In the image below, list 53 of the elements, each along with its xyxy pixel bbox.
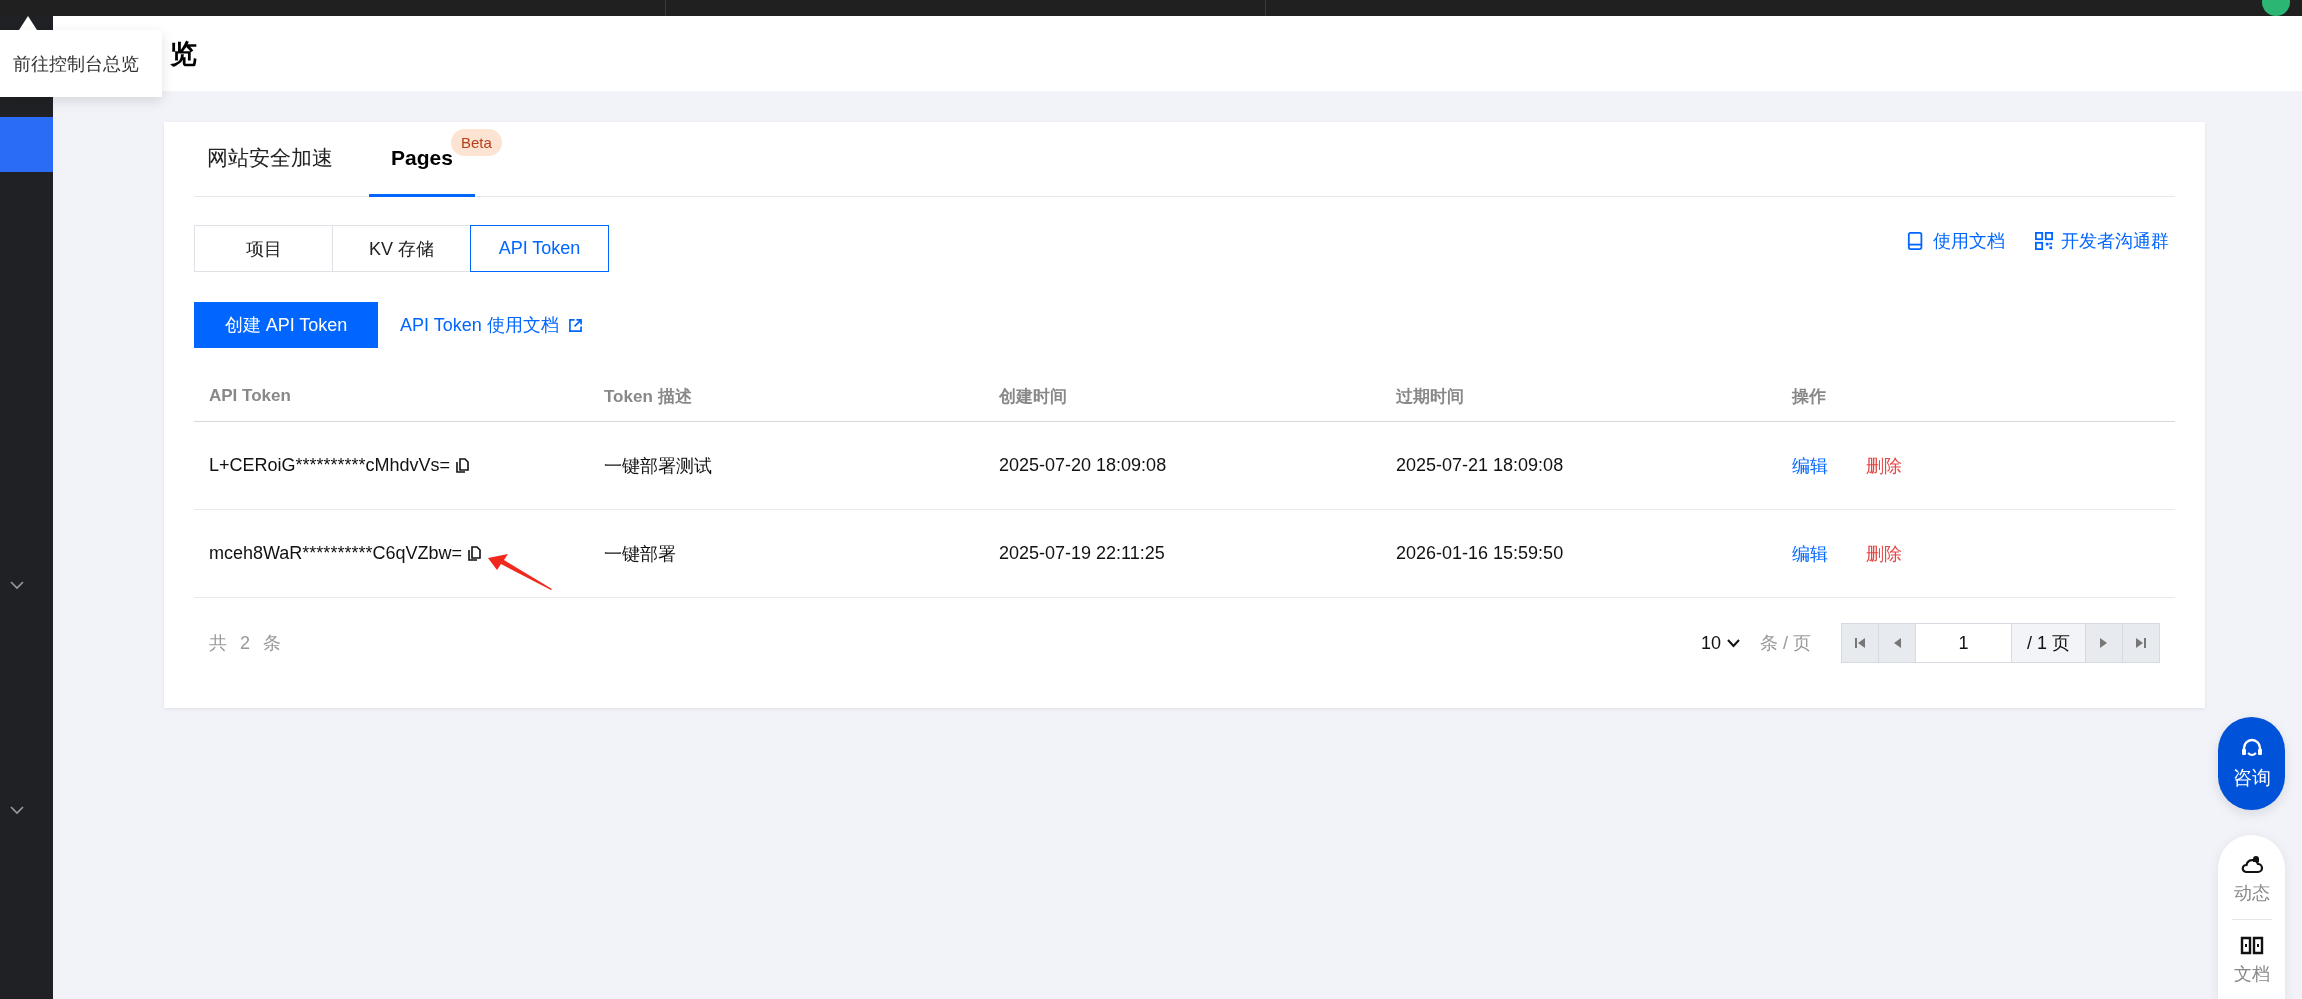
qr-code-icon (2035, 231, 2053, 251)
total-count: 共 2 条 (209, 632, 285, 655)
copy-icon[interactable] (456, 458, 470, 473)
chevron-down-icon (1727, 638, 1740, 648)
token-text: L+CERoiG**********cMhdvVs= (209, 455, 451, 476)
page-input[interactable]: 1 (1915, 623, 2012, 663)
chevron-down-icon[interactable] (10, 580, 24, 590)
beta-badge: Beta (451, 129, 502, 156)
last-page-icon (2135, 637, 2147, 649)
table-cell: 2025-07-21 18:09:08 (1381, 421, 1777, 510)
copy-icon[interactable] (467, 546, 481, 561)
table-cell: 一键部署 (589, 509, 984, 598)
segment-tab[interactable]: KV 存储 (332, 225, 471, 272)
previous-page-button[interactable] (1878, 623, 1916, 663)
column-header: 操作 (1777, 371, 2175, 422)
side-tool-item[interactable]: 动态 (2231, 853, 2272, 920)
column-header: API Token (194, 371, 589, 422)
book-icon (1907, 231, 1925, 251)
consult-button[interactable]: 咨询 (2218, 717, 2285, 810)
delete-link[interactable]: 删除 (1866, 541, 1902, 566)
chevron-down-icon[interactable] (10, 805, 24, 815)
cloud-bell-icon (2239, 853, 2264, 875)
table-cell: 一键部署测试 (589, 421, 984, 510)
tooltip-text: 前往控制台总览 (12, 52, 139, 76)
column-header: 创建时间 (984, 371, 1381, 422)
table-cell: 2026-01-16 15:59:50 (1381, 509, 1777, 598)
external-link-icon[interactable] (568, 318, 582, 332)
column-header: 过期时间 (1381, 371, 1777, 422)
page-size-unit: 条 / 页 (1760, 632, 1811, 655)
page-total: / 1 页 (2011, 623, 2086, 663)
delete-link[interactable]: 删除 (1866, 453, 1902, 478)
edit-link[interactable]: 编辑 (1792, 453, 1828, 478)
first-page-icon (1854, 637, 1866, 649)
page-size-select[interactable]: 10 (1700, 632, 1740, 654)
first-page-button[interactable] (1841, 623, 1879, 663)
token-doc-link[interactable]: API Token 使用文档 (400, 313, 559, 337)
segment-tab[interactable]: API Token (470, 225, 609, 272)
create-token-button[interactable]: 创建 API Token (194, 302, 378, 348)
table-cell: 2025-07-20 18:09:08 (984, 421, 1381, 510)
open-book-icon (2239, 934, 2264, 956)
column-header: Token 描述 (589, 371, 984, 422)
header-link[interactable]: 开发者沟通群 (2061, 229, 2169, 253)
table-cell: 2025-07-19 22:11:25 (984, 509, 1381, 598)
tab[interactable]: 网站安全加速 (194, 122, 346, 197)
page-size-value: 10 (1700, 632, 1721, 654)
side-tool-item[interactable]: 文档 (2231, 934, 2272, 999)
last-page-button[interactable] (2122, 623, 2160, 663)
header-link[interactable]: 使用文档 (1933, 229, 2005, 253)
page-title: 览 (170, 37, 197, 71)
token-text: mceh8WaR**********C6qVZbw= (209, 543, 462, 564)
next-page-button[interactable] (2085, 623, 2123, 663)
segment-tab[interactable]: 项目 (194, 225, 333, 272)
edit-link[interactable]: 编辑 (1792, 541, 1828, 566)
